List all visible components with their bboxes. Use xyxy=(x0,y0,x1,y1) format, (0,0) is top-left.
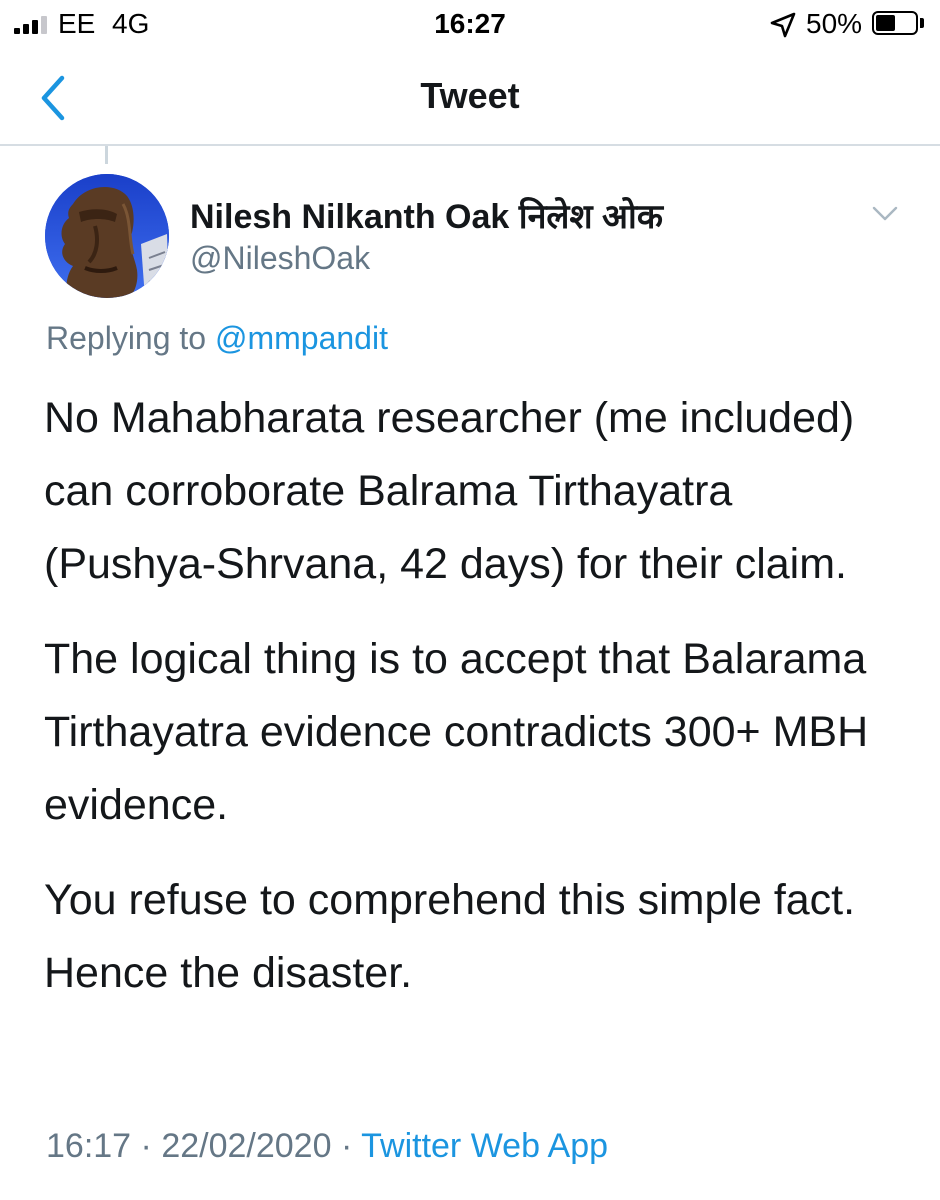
meta-separator: · xyxy=(340,1127,353,1165)
meta-separator: · xyxy=(140,1127,152,1165)
tweet-paragraph: No Mahabharata researcher (me included) … xyxy=(44,394,855,588)
author-display-name[interactable]: Nilesh Nilkanth Oak निलेश ओक xyxy=(190,192,663,238)
tweet-paragraph: You refuse to comprehend this simple fac… xyxy=(44,876,856,997)
author-handle[interactable]: @NileshOak xyxy=(190,240,370,277)
location-arrow-icon xyxy=(770,12,796,38)
tweet-time: 16:17 xyxy=(46,1127,132,1165)
replying-to-line: Replying to @mmpandit xyxy=(46,320,388,357)
status-time: 16:27 xyxy=(434,8,506,39)
chevron-down-icon[interactable] xyxy=(870,202,900,224)
avatar[interactable] xyxy=(45,174,169,298)
nav-bar: Tweet xyxy=(0,48,940,146)
replying-prefix: Replying to xyxy=(46,320,207,356)
tweet-source-link[interactable]: Twitter Web App xyxy=(361,1127,608,1165)
status-bar: EE 4G 16:27 50% xyxy=(0,0,940,48)
page-title: Tweet xyxy=(420,75,520,116)
avatar-image xyxy=(45,174,169,298)
tweet-date: 22/02/2020 xyxy=(161,1127,332,1165)
battery-icon xyxy=(872,11,918,35)
tweet-text: No Mahabharata researcher (me included) … xyxy=(44,382,904,1032)
thread-connector xyxy=(105,146,108,164)
tweet-detail-screen: EE 4G 16:27 50% Tweet Nilesh Nilkanth Oa… xyxy=(0,0,940,1200)
battery-tip xyxy=(920,18,924,28)
tweet-paragraph: The logical thing is to accept that Bala… xyxy=(44,635,869,829)
tweet-meta: 16:17 · 22/02/2020 · Twitter Web App xyxy=(46,1127,608,1166)
reply-mention-link[interactable]: @mmpandit xyxy=(215,320,388,356)
battery-percent: 50% xyxy=(806,8,863,39)
